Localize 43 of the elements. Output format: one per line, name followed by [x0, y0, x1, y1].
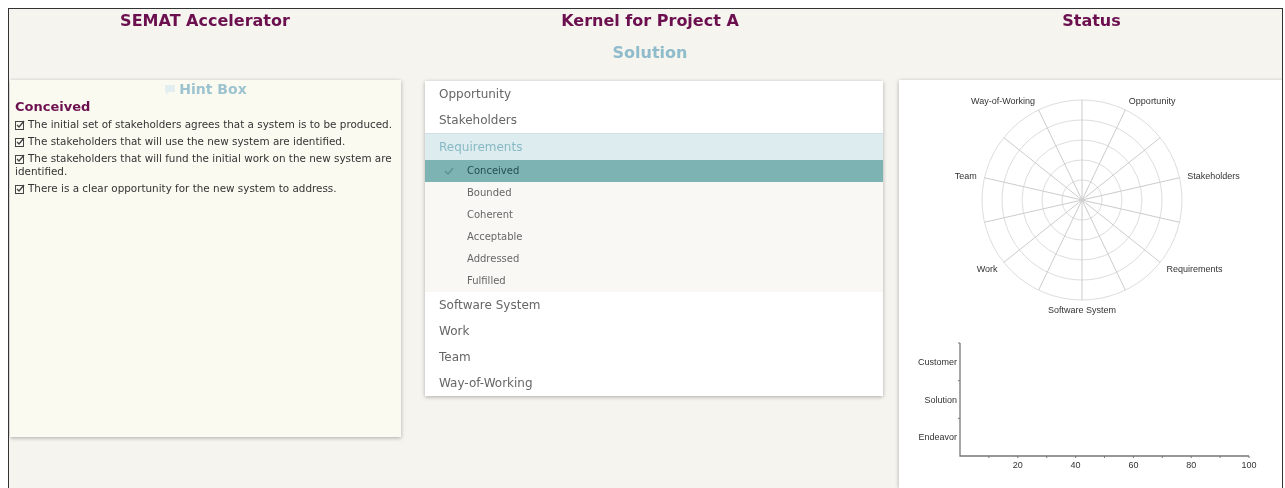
hint-box-caption: Hint Box — [179, 82, 247, 96]
panel-title: SEMAT Accelerator — [119, 11, 291, 31]
state-item[interactable]: Acceptable — [425, 226, 883, 248]
state-item[interactable]: Coherent — [425, 204, 883, 226]
category-label: Endeavor — [918, 432, 957, 443]
tick-label: 40 — [1070, 460, 1081, 470]
checklist-item: There is a clear opportunity for the new system to address. — [15, 182, 396, 195]
state-item[interactable]: Bounded — [425, 182, 883, 204]
category-label: Customer — [918, 356, 957, 367]
alpha-item[interactable]: Team — [425, 344, 883, 370]
checked-box-icon[interactable] — [15, 137, 25, 147]
alpha-item[interactable]: Work — [425, 318, 883, 344]
alpha-item[interactable]: Way-of-Working — [425, 370, 883, 396]
checklist-item: The stakeholders that will fund the initial work on the new system are identified. — [15, 152, 393, 178]
axis-label: Opportunity — [1128, 95, 1176, 106]
axis-label: Work — [976, 263, 998, 274]
checklist-item: The stakeholders that will use the new system are identified. — [15, 135, 396, 148]
alpha-item[interactable]: Opportunity — [425, 81, 883, 107]
checked-box-icon[interactable] — [15, 154, 25, 164]
alpha-item[interactable]: Software System — [425, 292, 883, 318]
state-item[interactable]: Conceived — [425, 160, 883, 182]
alpha-item[interactable]: Stakeholders — [425, 107, 883, 133]
tick-label: 100 — [1241, 460, 1257, 470]
panel-title: Kernel for Project A — [560, 11, 740, 31]
axis-label: Requirements — [1166, 263, 1223, 274]
state-heading: Conceived — [15, 99, 92, 114]
axis-label: Stakeholders — [1187, 170, 1240, 181]
axis-label: Way-of-Working — [971, 95, 1036, 106]
speech-bubble-icon — [164, 83, 177, 95]
check-icon — [444, 167, 454, 175]
checklist-item: The initial set of stakeholders agrees that a system is to be produced. — [15, 118, 396, 131]
section-subtitle: Solution — [611, 42, 689, 64]
axis-label: Team — [954, 170, 977, 181]
checked-box-icon[interactable] — [15, 120, 25, 130]
panel-title: Status — [1061, 11, 1122, 31]
tick-label: 60 — [1128, 460, 1139, 470]
axis-label: Software System — [1048, 305, 1116, 315]
checked-box-icon[interactable] — [15, 184, 25, 194]
tick-label: 80 — [1186, 460, 1197, 470]
category-label: Solution — [924, 394, 957, 405]
state-item[interactable]: Addressed — [425, 248, 883, 270]
state-item[interactable]: Fulfilled — [425, 270, 883, 292]
tick-label: 20 — [1012, 460, 1023, 470]
